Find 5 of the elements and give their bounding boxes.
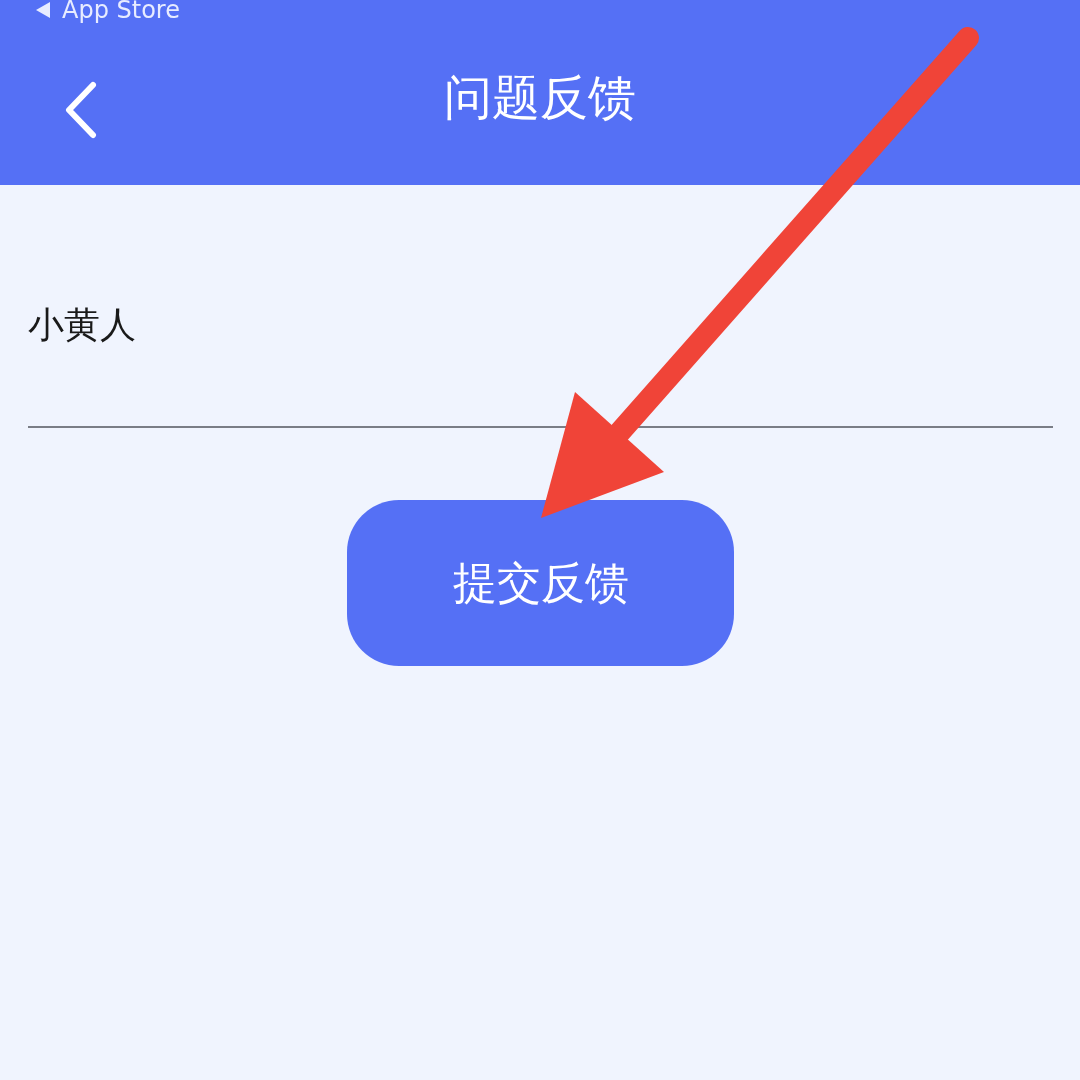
page-title: 问题反馈	[444, 67, 636, 127]
back-to-app-link[interactable]: App Store	[62, 0, 180, 24]
back-triangle-icon[interactable]	[34, 1, 52, 19]
back-chevron-icon	[63, 81, 97, 139]
submit-feedback-button[interactable]: 提交反馈	[347, 500, 734, 666]
